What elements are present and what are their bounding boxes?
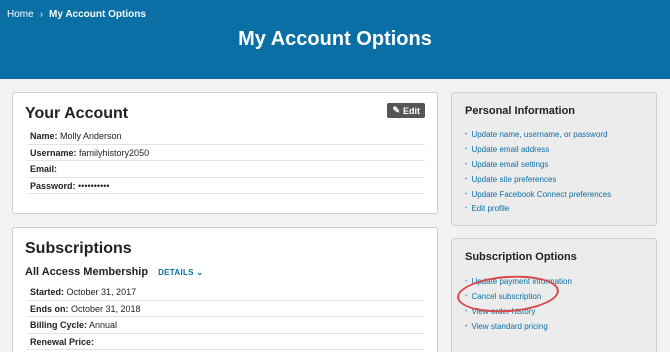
bullet-icon: • xyxy=(465,146,468,154)
field-value: October 31, 2018 xyxy=(71,303,141,314)
field-value: familyhistory2050 xyxy=(79,147,150,158)
account-field-password: Password: •••••••••• xyxy=(27,178,425,194)
field-label: Password: xyxy=(30,180,76,191)
your-account-title: Your Account xyxy=(25,105,129,122)
subscription-fields: Started: October 31, 2017 Ends on: Octob… xyxy=(27,284,425,350)
personal-information-panel: Personal Information • Update name, usern… xyxy=(451,92,657,226)
subscription-field-renewal: Renewal Price: xyxy=(27,334,425,350)
personal-information-links: • Update name, username, or password • Upd… xyxy=(465,128,611,217)
bullet-icon: • xyxy=(465,131,468,139)
subscriptions-title: Subscriptions xyxy=(25,240,132,257)
breadcrumb: Home › My Account Options xyxy=(7,9,146,20)
link-label: Update site preferences xyxy=(471,174,557,184)
subscription-field-ends: Ends on: October 31, 2018 xyxy=(27,301,425,317)
link-label: Update email address xyxy=(471,145,550,155)
bullet-icon: • xyxy=(465,293,468,301)
account-field-name: Name: Molly Anderson xyxy=(27,128,425,145)
breadcrumb-current: My Account Options xyxy=(49,9,146,20)
field-value: •••••••••• xyxy=(78,180,110,191)
pencil-icon: ✎ xyxy=(392,105,400,115)
bullet-icon: • xyxy=(465,322,468,330)
link-label: Update Facebook Connect preferences xyxy=(471,189,612,199)
field-label: Name: xyxy=(30,131,58,141)
field-label: Email: xyxy=(30,164,58,174)
chevron-down-icon: ⌄ xyxy=(196,268,204,277)
link-update-name[interactable]: • Update name, username, or password xyxy=(465,128,611,143)
bullet-icon: • xyxy=(465,175,468,183)
page-header: Home › My Account Options My Account Opt… xyxy=(0,0,670,79)
bullet-icon: • xyxy=(465,160,468,168)
link-update-facebook-connect[interactable]: • Update Facebook Connect preferences xyxy=(465,187,611,202)
link-cancel-subscription[interactable]: • Cancel subscription xyxy=(465,290,572,305)
field-label: Ends on: xyxy=(30,303,69,314)
field-label: Renewal Price: xyxy=(30,336,95,347)
field-label: Billing Cycle: xyxy=(30,320,88,330)
link-update-email-address[interactable]: • Update email address xyxy=(465,143,611,158)
subscription-options-panel: Subscription Options • Update payment inf… xyxy=(451,238,657,352)
link-update-payment[interactable]: • Update payment information xyxy=(465,275,572,290)
field-label: Started: xyxy=(30,287,65,297)
link-label: Edit profile xyxy=(471,204,510,214)
breadcrumb-home-link[interactable]: Home xyxy=(7,9,34,20)
link-edit-profile[interactable]: • Edit profile xyxy=(465,202,611,217)
page-title: My Account Options xyxy=(238,28,432,50)
field-value: Molly Anderson xyxy=(60,131,122,141)
bullet-icon: • xyxy=(465,190,468,198)
subscription-field-billing: Billing Cycle: Annual xyxy=(27,317,425,334)
link-label: View order history xyxy=(471,306,536,316)
link-update-site-preferences[interactable]: • Update site preferences xyxy=(465,172,611,187)
details-toggle[interactable]: DETAILS ⌄ xyxy=(158,268,203,277)
chevron-right-icon: › xyxy=(39,9,44,20)
account-field-email: Email: xyxy=(27,161,425,178)
link-update-email-settings[interactable]: • Update email settings xyxy=(465,158,611,173)
field-value: Annual xyxy=(89,320,118,330)
account-fields: Name: Molly Anderson Username: familyhis… xyxy=(27,128,425,194)
edit-label: Edit xyxy=(403,105,420,116)
link-view-standard-pricing[interactable]: • View standard pricing xyxy=(465,319,572,334)
account-field-username: Username: familyhistory2050 xyxy=(27,145,425,161)
plan-name: All Access Membership xyxy=(25,266,149,278)
your-account-card: Your Account ✎ Edit Name: Molly Anderson… xyxy=(12,92,438,214)
subscription-options-title: Subscription Options xyxy=(465,251,577,263)
subscription-field-started: Started: October 31, 2017 xyxy=(27,284,425,301)
link-label: Update email settings xyxy=(471,159,549,169)
field-label: Username: xyxy=(30,147,77,158)
bullet-icon: • xyxy=(465,205,468,213)
personal-information-title: Personal Information xyxy=(465,105,576,117)
link-label: Cancel subscription xyxy=(471,292,542,302)
subscription-options-links: • Update payment information • Cancel subs… xyxy=(465,275,572,334)
edit-account-button[interactable]: ✎ Edit xyxy=(387,103,425,118)
bullet-icon: • xyxy=(465,278,468,286)
subscriptions-card: Subscriptions All Access Membership DETA… xyxy=(12,227,438,352)
link-view-order-history[interactable]: • View order history xyxy=(465,305,572,320)
bullet-icon: • xyxy=(465,307,468,315)
link-label: View standard pricing xyxy=(471,321,548,331)
subscription-plan-header: All Access Membership DETAILS ⌄ xyxy=(25,266,203,278)
link-label: Update name, username, or password xyxy=(471,130,608,140)
details-label: DETAILS xyxy=(158,268,194,277)
link-label: Update payment information xyxy=(471,277,572,287)
field-value: October 31, 2017 xyxy=(66,287,137,297)
